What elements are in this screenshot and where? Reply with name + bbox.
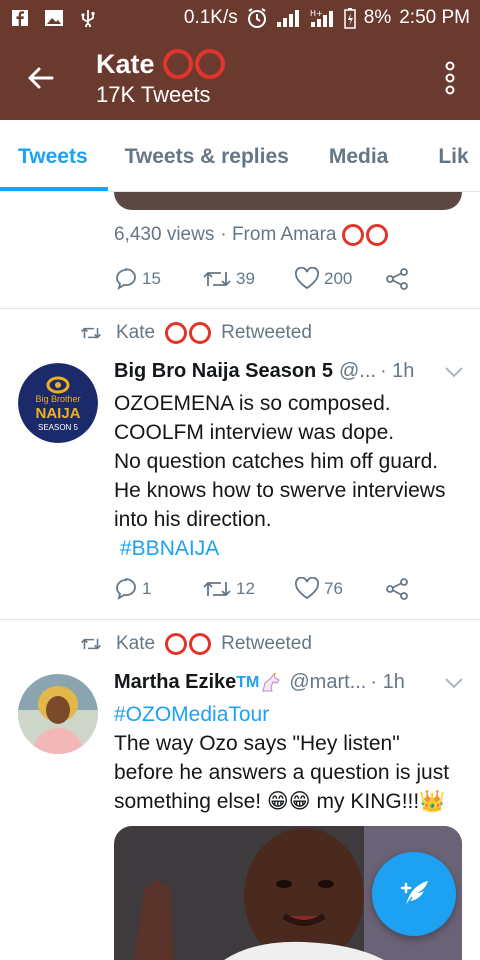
from-source[interactable]: · From Amara xyxy=(220,224,336,246)
retweeted-indicator: Kate Retweeted xyxy=(80,322,312,344)
tweet-count: 17K Tweets xyxy=(96,81,211,107)
hashtag-link[interactable]: #BBNAIJA xyxy=(120,534,466,563)
tweet-time: · 1h xyxy=(379,360,415,382)
retweeted-indicator: Kate Retweeted xyxy=(80,633,312,655)
tweet-header: Martha Ezike TM @mart... · 1h xyxy=(114,671,464,694)
tweet-line: before he answers a question is just xyxy=(114,761,450,784)
retweet-count: 12 xyxy=(236,579,255,598)
profile-header: Kate 17K Tweets xyxy=(0,36,480,120)
vertical-dots-icon xyxy=(445,61,455,95)
avatar-line-1: Big Brother xyxy=(35,394,81,404)
retweet-button[interactable]: 12 xyxy=(202,578,294,600)
heart-icon xyxy=(295,577,319,600)
avatar-bbnaija[interactable]: Big Brother NAIJA SEASON 5 xyxy=(18,363,98,443)
tab-media[interactable]: Media xyxy=(329,145,389,191)
rings-emoji-icon xyxy=(162,49,225,79)
signal-icon xyxy=(276,10,299,27)
battery-level: 8% xyxy=(363,7,392,28)
alarm-icon xyxy=(247,8,266,28)
divider xyxy=(0,619,480,620)
like-count: 200 xyxy=(324,269,353,288)
rings-emoji-icon xyxy=(165,633,212,655)
retweet-small-icon xyxy=(80,638,102,650)
avatar-martha[interactable] xyxy=(18,674,98,754)
profile-name: Kate xyxy=(96,48,155,79)
tweet-line: OZOEMENA is so composed. xyxy=(114,392,391,415)
tweet-text: OZOEMENA is so composed. COOLFM intervie… xyxy=(114,389,466,563)
signal-hplus-icon: H+ xyxy=(310,9,333,27)
top-bar: 0.1K/s H+ 8% 2:50 PM Kate 17K Tweets xyxy=(0,0,480,120)
author-handle[interactable]: @mart... xyxy=(289,671,366,694)
retweet-icon xyxy=(203,582,231,596)
retweet-button[interactable]: 39 xyxy=(202,268,294,290)
tweet-actions: 15 39 200 xyxy=(114,267,410,291)
author-name[interactable]: Martha Ezike xyxy=(114,671,236,694)
clock: 2:50 PM xyxy=(399,7,470,28)
svg-text:H+: H+ xyxy=(310,9,323,18)
reply-icon xyxy=(116,578,136,600)
profile-photo xyxy=(18,674,98,754)
reply-button[interactable]: 1 xyxy=(114,577,202,601)
author-name[interactable]: Big Bro Naija Season 5 xyxy=(114,360,333,383)
retweeted-label: Retweeted xyxy=(221,633,312,654)
retweeted-label: Retweeted xyxy=(221,322,312,343)
retweet-small-icon xyxy=(80,327,102,339)
more-options-button[interactable] xyxy=(438,56,462,100)
avatar-line-2: NAIJA xyxy=(35,405,81,422)
tweet-line: He knows how to swerve interviews xyxy=(114,479,446,502)
compose-feather-icon xyxy=(400,881,428,907)
like-button[interactable]: 200 xyxy=(294,267,384,291)
tweet-line: The way Ozo says "Hey listen" xyxy=(114,732,400,755)
share-button[interactable] xyxy=(384,577,410,601)
back-arrow-icon xyxy=(28,67,54,89)
usb-icon xyxy=(81,10,95,27)
divider xyxy=(0,308,480,309)
avatar-line-3: SEASON 5 xyxy=(37,423,78,432)
retweet-icon xyxy=(203,272,231,286)
tweet-line: No question catches him off guard. xyxy=(114,450,439,473)
share-button[interactable] xyxy=(384,267,410,291)
reply-count: 15 xyxy=(142,269,161,288)
tab-likes[interactable]: Lik xyxy=(438,145,468,191)
unicorn-emoji-icon xyxy=(262,672,281,691)
heart-icon xyxy=(295,267,319,290)
reply-button[interactable]: 15 xyxy=(114,267,202,291)
like-button[interactable]: 76 xyxy=(294,577,384,601)
network-speed: 0.1K/s xyxy=(183,7,238,28)
view-count: 6,430 views xyxy=(114,224,215,245)
tm-label: TM xyxy=(236,673,260,691)
tab-tweets-and-replies[interactable]: Tweets & replies xyxy=(125,145,289,191)
tweet-line: something else! 😁😁 my KING!!!👑 xyxy=(114,790,446,813)
retweeted-by-name[interactable]: Kate xyxy=(116,633,155,655)
reply-count: 1 xyxy=(142,579,152,598)
gallery-icon xyxy=(45,10,63,26)
share-icon xyxy=(386,268,408,290)
profile-tabs: Tweets Tweets & replies Media Lik xyxy=(0,120,480,192)
tweet-video-thumbnail[interactable] xyxy=(114,192,462,210)
back-button[interactable] xyxy=(18,56,62,100)
tweet-actions: 1 12 76 xyxy=(114,577,410,601)
tweet-line: COOLFM interview was dope. xyxy=(114,421,395,444)
chevron-down-icon[interactable] xyxy=(444,676,464,690)
retweet-count: 39 xyxy=(236,269,255,288)
reply-icon xyxy=(116,268,136,290)
compose-tweet-button[interactable] xyxy=(372,852,456,936)
share-icon xyxy=(386,578,408,600)
tweet-view-info: 6,430 views · From Amara xyxy=(114,224,389,246)
tweet-text: #OZOMediaTour The way Ozo says "Hey list… xyxy=(114,700,466,816)
chevron-down-icon[interactable] xyxy=(444,365,464,379)
battery-icon xyxy=(344,8,356,29)
status-bar: 0.1K/s H+ 8% 2:50 PM xyxy=(0,0,480,36)
retweeted-by-name[interactable]: Kate xyxy=(116,322,155,344)
tab-tweets[interactable]: Tweets xyxy=(0,145,108,191)
tweet-header: Big Bro Naija Season 5 @... · 1h xyxy=(114,360,464,383)
like-count: 76 xyxy=(324,579,343,598)
rings-emoji-icon xyxy=(342,224,389,246)
rings-emoji-icon xyxy=(165,322,212,344)
author-handle[interactable]: @... xyxy=(339,360,376,383)
tweet-line: into his direction. xyxy=(114,508,272,531)
tweet-time: · 1h xyxy=(370,671,405,693)
facebook-icon xyxy=(12,10,28,26)
hashtag-link[interactable]: #OZOMediaTour xyxy=(114,700,466,729)
